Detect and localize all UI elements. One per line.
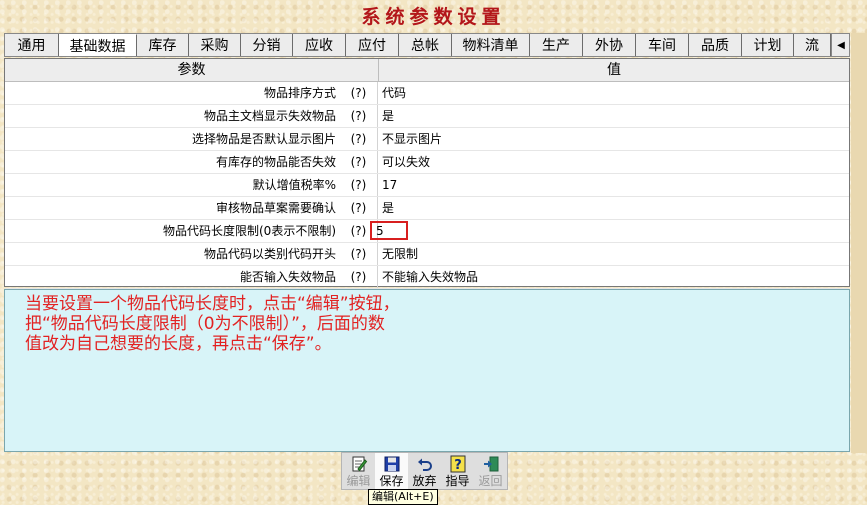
param-value[interactable]: 可以失效	[378, 151, 849, 173]
grid-body: 物品排序方式 (?) 代码 物品主文档显示失效物品 (?) 是 选择物品是否默认…	[5, 82, 849, 289]
tab-flow[interactable]: 流	[794, 34, 831, 56]
floppy-disk-icon	[384, 456, 399, 472]
tab-distribution[interactable]: 分销	[241, 34, 293, 56]
back-button[interactable]: 返回	[474, 453, 507, 489]
edit-button[interactable]: 编辑	[342, 453, 375, 489]
table-row[interactable]: 物品排序方式 (?) 代码	[5, 82, 849, 105]
param-name: 选择物品是否默认显示图片	[191, 132, 336, 146]
exit-door-icon	[483, 456, 498, 472]
tab-outsourcing[interactable]: 外协	[583, 34, 636, 56]
tab-production[interactable]: 生产	[530, 34, 583, 56]
tab-scroll-left-icon[interactable]: ◀	[831, 34, 849, 56]
svg-text:?: ?	[454, 458, 462, 473]
tab-plan[interactable]: 计划	[742, 34, 794, 56]
table-row[interactable]: 审核物品草案需要确认 (?) 是	[5, 197, 849, 220]
table-row[interactable]: 选择物品是否默认显示图片 (?) 不显示图片	[5, 128, 849, 151]
table-row[interactable]: 物品代码长度限制(0表示不限制) (?) 5	[5, 220, 849, 243]
save-button[interactable]: 保存	[375, 453, 408, 489]
param-value[interactable]: 不能输入失效物品	[378, 266, 849, 288]
help-button[interactable]: (?)	[340, 82, 378, 104]
param-name: 有库存的物品能否失效	[215, 155, 336, 169]
help-button[interactable]: (?)	[340, 174, 378, 196]
param-name: 审核物品草案需要确认	[215, 201, 336, 215]
help-button[interactable]: (?)	[340, 128, 378, 150]
undo-arrow-icon	[417, 458, 432, 471]
tab-inventory[interactable]: 库存	[137, 34, 189, 56]
column-header-value[interactable]: 值	[379, 59, 849, 81]
discard-label: 放弃	[412, 474, 437, 488]
guide-label: 指导	[445, 474, 470, 488]
instruction-text: 当要设置一个物品代码长度时，点击“编辑”按钮， 把“物品代码长度限制（0为不限制…	[25, 294, 400, 354]
param-name: 物品排序方式	[263, 86, 336, 100]
param-name: 默认增值税率%	[252, 178, 336, 192]
back-label: 返回	[478, 474, 503, 488]
description-panel: 当要设置一个物品代码长度时，点击“编辑”按钮， 把“物品代码长度限制（0为不限制…	[4, 289, 850, 452]
param-value[interactable]: 17	[378, 174, 849, 196]
table-row[interactable]: 物品代码以类别代码开头 (?) 无限制	[5, 243, 849, 266]
param-value-highlighted[interactable]: 5	[370, 220, 849, 242]
help-button[interactable]: (?)	[340, 151, 378, 173]
help-button[interactable]: (?)	[340, 105, 378, 127]
param-name: 物品代码长度限制(0表示不限制)	[163, 224, 336, 238]
tab-purchase[interactable]: 采购	[189, 34, 241, 56]
param-value[interactable]: 无限制	[378, 243, 849, 265]
tab-workshop[interactable]: 车间	[636, 34, 689, 56]
edit-notepad-icon	[352, 456, 367, 472]
discard-button[interactable]: 放弃	[408, 453, 441, 489]
tab-payable[interactable]: 应付	[346, 34, 399, 56]
tab-quality[interactable]: 品质	[689, 34, 742, 56]
param-value[interactable]: 不显示图片	[378, 128, 849, 150]
param-value[interactable]: 代码	[378, 82, 849, 104]
tab-bar: 通用 基础数据 库存 采购 分销 应收 应付 总帐 物料清单 生产 外协 车间 …	[4, 33, 850, 57]
code-length-input[interactable]: 5	[370, 221, 408, 240]
param-name: 物品代码以类别代码开头	[203, 247, 336, 261]
edit-label: 编辑	[346, 474, 371, 488]
table-row[interactable]: 能否输入失效物品 (?) 不能输入失效物品	[5, 266, 849, 289]
help-button[interactable]: (?)	[340, 197, 378, 219]
param-value[interactable]: 是	[378, 105, 849, 127]
help-button[interactable]: (?)	[340, 266, 378, 288]
column-header-param[interactable]: 参数	[5, 59, 379, 81]
table-row[interactable]: 有库存的物品能否失效 (?) 可以失效	[5, 151, 849, 174]
window-title: 系统参数设置	[361, 6, 506, 28]
table-row[interactable]: 默认增值税率% (?) 17	[5, 174, 849, 197]
bottom-toolbar: 编辑 保存 放弃 ? 指导 返回	[341, 452, 508, 490]
tab-general-ledger[interactable]: 总帐	[399, 34, 452, 56]
save-label: 保存	[379, 474, 404, 488]
param-name: 能否输入失效物品	[239, 270, 336, 284]
help-button[interactable]: (?)	[340, 243, 378, 265]
tab-general[interactable]: 通用	[5, 34, 59, 56]
guide-button[interactable]: ? 指导	[441, 453, 474, 489]
grid-header: 参数 值	[5, 59, 849, 82]
param-value[interactable]: 是	[378, 197, 849, 219]
tab-bom[interactable]: 物料清单	[452, 34, 530, 56]
tab-receivable[interactable]: 应收	[293, 34, 346, 56]
help-question-icon: ?	[450, 455, 465, 473]
table-row[interactable]: 物品主文档显示失效物品 (?) 是	[5, 105, 849, 128]
tab-basic-data[interactable]: 基础数据	[59, 34, 137, 56]
parameter-grid: 参数 值 物品排序方式 (?) 代码 物品主文档显示失效物品 (?) 是 选择物…	[4, 58, 850, 289]
param-name: 物品主文档显示失效物品	[203, 109, 336, 123]
window-edge	[851, 33, 867, 453]
edit-tooltip: 编辑(Alt+E)	[368, 489, 438, 505]
